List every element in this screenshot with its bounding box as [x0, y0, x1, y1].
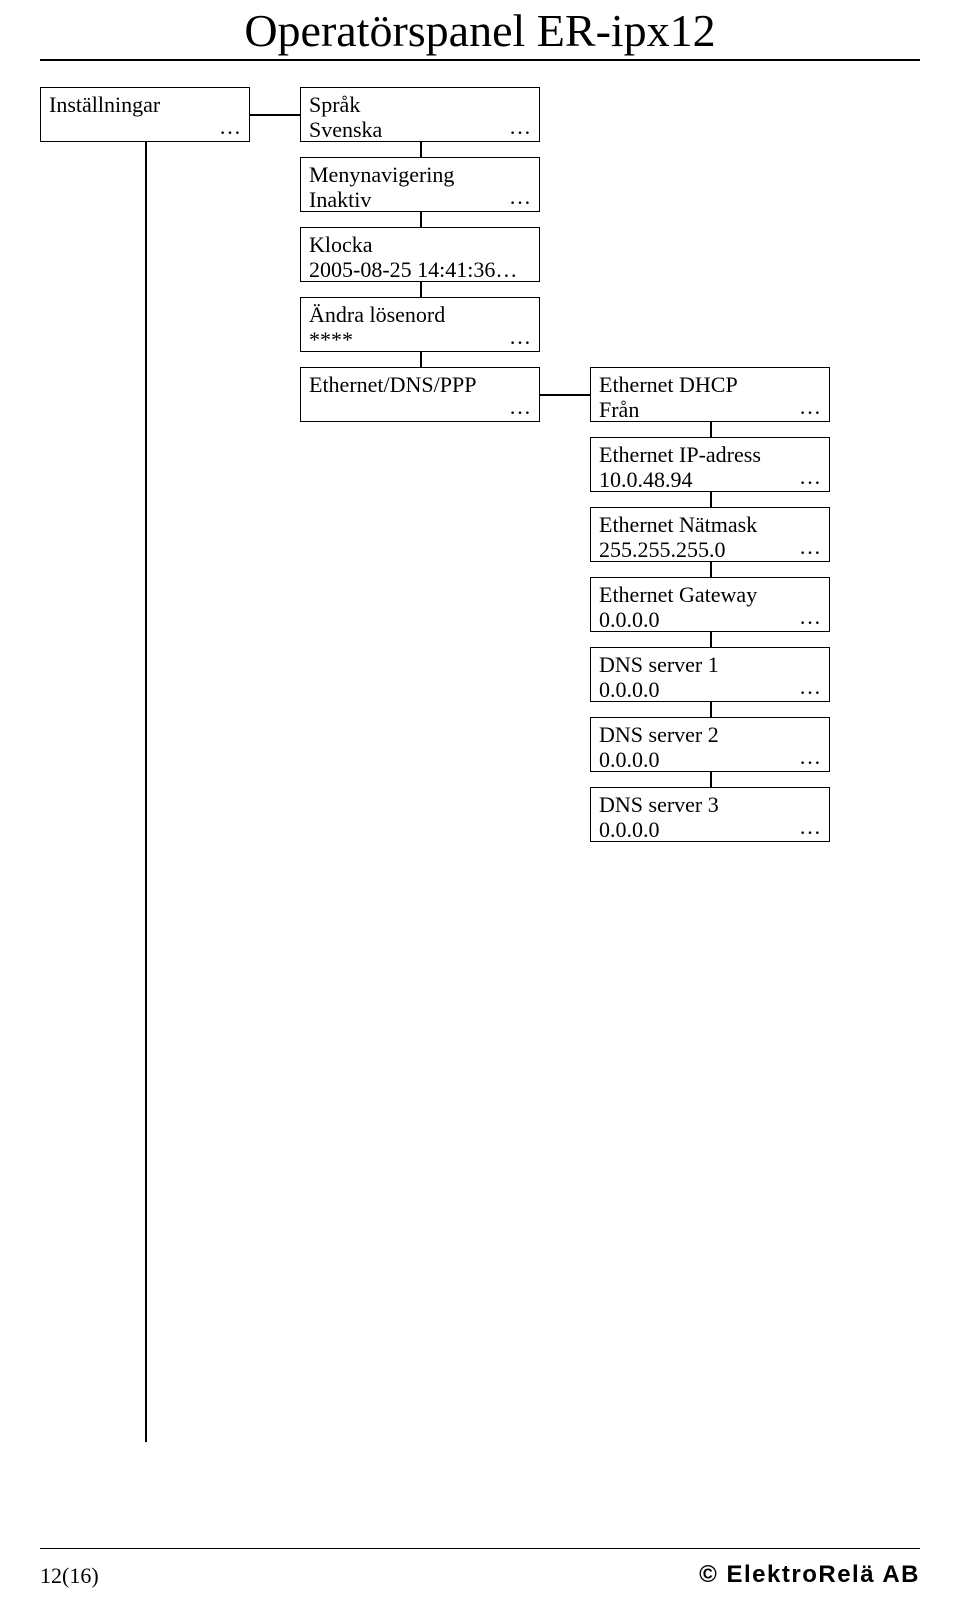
connector [710, 492, 712, 507]
box-label: DNS server 2 [599, 722, 821, 747]
ellipsis-icon: … [509, 394, 531, 419]
ellipsis-icon: … [509, 184, 531, 209]
box-value: 0.0.0.0 [599, 747, 821, 772]
root-drop-line [145, 142, 147, 1442]
box-ethernet-netmask: Ethernet Nätmask 255.255.255.0 … [590, 507, 830, 562]
ellipsis-icon: … [799, 674, 821, 699]
footer-copyright: © ElektroRelä AB [699, 1561, 920, 1589]
connector [710, 632, 712, 647]
connector [710, 772, 712, 787]
box-value: Inaktiv [309, 187, 531, 212]
footer-rule [40, 1548, 920, 1549]
ellipsis-icon: … [799, 534, 821, 559]
box-label: Ethernet Gateway [599, 582, 821, 607]
box-label: Menynavigering [309, 162, 531, 187]
connector [250, 114, 300, 116]
box-value: Från [599, 397, 821, 422]
box-value: 0.0.0.0 [599, 817, 821, 842]
title-rule [40, 59, 920, 61]
box-installningar: Inställningar … [40, 87, 250, 142]
page-title: Operatörspanel ER-ipx12 [40, 4, 920, 57]
box-andra-losenord: Ändra lösenord **** … [300, 297, 540, 352]
connector [420, 142, 422, 157]
box-value: Svenska [309, 117, 531, 142]
box-label: Språk [309, 92, 531, 117]
ellipsis-icon: … [799, 394, 821, 419]
connector [420, 352, 422, 367]
ellipsis-icon: … [799, 744, 821, 769]
box-value: 10.0.48.94 [599, 467, 821, 492]
ellipsis-icon: … [509, 114, 531, 139]
box-label: Ethernet IP-adress [599, 442, 821, 467]
connector [420, 212, 422, 227]
box-label: DNS server 3 [599, 792, 821, 817]
box-value: 2005-08-25 14:41:36… [309, 257, 531, 282]
connector [710, 562, 712, 577]
box-sprak: Språk Svenska … [300, 87, 540, 142]
box-ethernet-dns-ppp: Ethernet/DNS/PPP … [300, 367, 540, 422]
box-klocka: Klocka 2005-08-25 14:41:36… [300, 227, 540, 282]
box-ethernet-gateway: Ethernet Gateway 0.0.0.0 … [590, 577, 830, 632]
ellipsis-icon: … [509, 324, 531, 349]
box-value: **** [309, 327, 531, 352]
box-label: Klocka [309, 232, 531, 257]
box-label: Ethernet DHCP [599, 372, 821, 397]
box-label: Ethernet Nätmask [599, 512, 821, 537]
box-ethernet-dhcp: Ethernet DHCP Från … [590, 367, 830, 422]
footer-page-number: 12(16) [40, 1563, 99, 1589]
ellipsis-icon: … [219, 114, 241, 139]
ellipsis-icon: … [799, 814, 821, 839]
box-ethernet-ip: Ethernet IP-adress 10.0.48.94 … [590, 437, 830, 492]
page-footer: 12(16) © ElektroRelä AB [40, 1561, 920, 1589]
box-dns-3: DNS server 3 0.0.0.0 … [590, 787, 830, 842]
connector [420, 282, 422, 297]
ellipsis-icon: … [799, 604, 821, 629]
box-value: 0.0.0.0 [599, 677, 821, 702]
box-label: Ethernet/DNS/PPP [309, 372, 531, 397]
ellipsis-icon: … [799, 464, 821, 489]
box-label: Inställningar [49, 92, 241, 117]
box-label: Ändra lösenord [309, 302, 531, 327]
box-dns-1: DNS server 1 0.0.0.0 … [590, 647, 830, 702]
box-label: DNS server 1 [599, 652, 821, 677]
connector [540, 394, 590, 396]
connector [710, 702, 712, 717]
box-value: 0.0.0.0 [599, 607, 821, 632]
box-dns-2: DNS server 2 0.0.0.0 … [590, 717, 830, 772]
connector [710, 422, 712, 437]
box-value: 255.255.255.0 [599, 537, 821, 562]
box-menynavigering: Menynavigering Inaktiv … [300, 157, 540, 212]
diagram: Inställningar … Språk Svenska … Menynavi… [40, 77, 920, 1507]
